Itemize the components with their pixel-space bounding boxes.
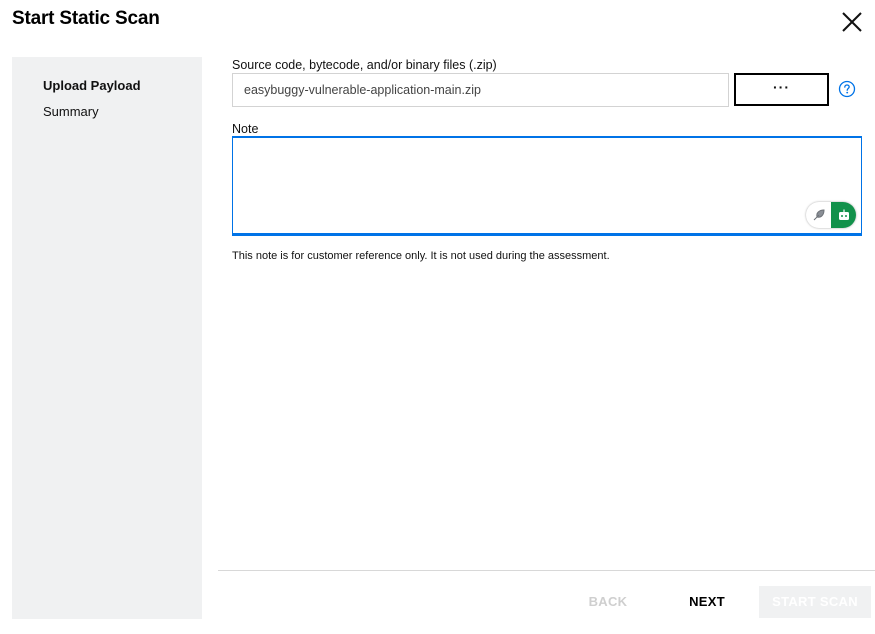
feather-button[interactable] [806, 202, 831, 228]
note-hint-text: This note is for customer reference only… [232, 250, 610, 262]
dialog-title: Start Static Scan [12, 8, 160, 29]
robot-icon [838, 209, 849, 220]
feather-icon [813, 209, 825, 221]
sidebar-item-summary[interactable]: Summary [43, 104, 99, 119]
start-scan-button[interactable]: START SCAN [759, 586, 871, 618]
close-button[interactable] [838, 8, 866, 36]
start-static-scan-dialog: Start Static Scan Upload Payload Summary… [0, 0, 875, 634]
note-field-label: Note [232, 122, 259, 136]
note-textarea[interactable] [232, 136, 862, 236]
file-name-input[interactable] [232, 73, 729, 107]
footer-divider [218, 570, 875, 571]
sidebar-item-upload-payload[interactable]: Upload Payload [43, 78, 141, 93]
close-icon [842, 12, 862, 32]
browse-button[interactable]: ··· [734, 73, 829, 106]
next-button[interactable]: NEXT [680, 586, 734, 618]
wizard-sidebar: Upload Payload Summary [12, 57, 202, 619]
question-circle-icon[interactable] [838, 80, 856, 98]
robot-button[interactable] [831, 202, 856, 228]
upload-field-label: Source code, bytecode, and/or binary fil… [232, 58, 497, 72]
back-button[interactable]: BACK [580, 586, 636, 618]
writing-assistant-widget [806, 202, 856, 228]
